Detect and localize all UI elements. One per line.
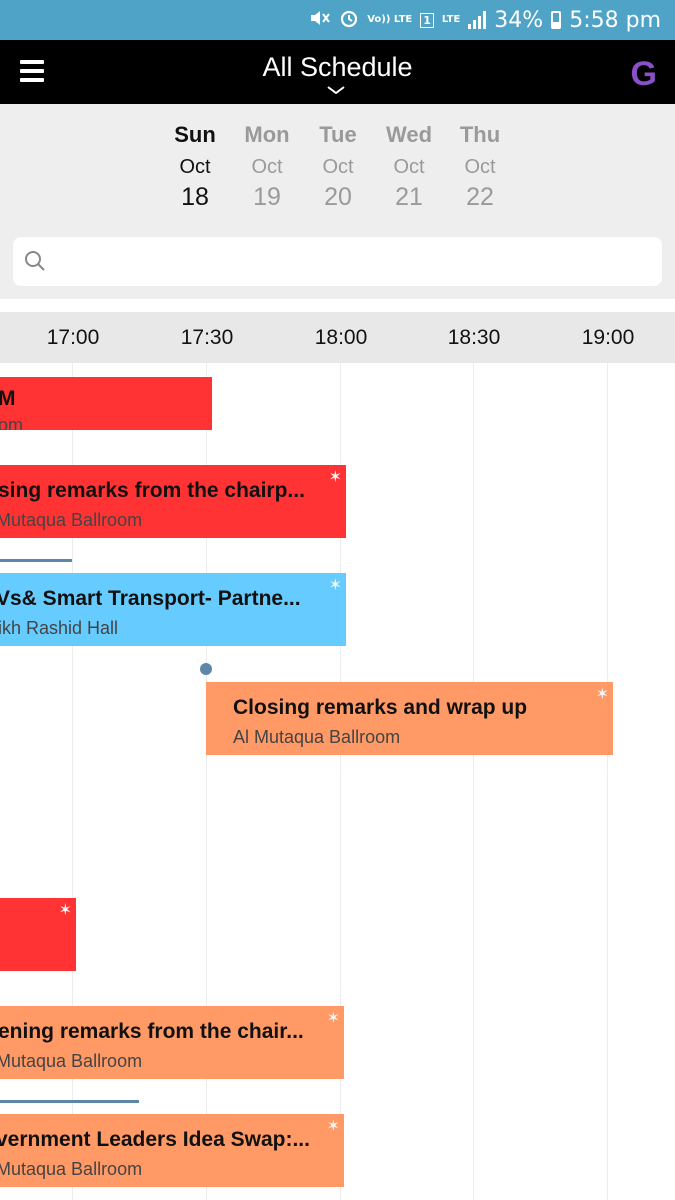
event-card[interactable]: ening remarks from the chair... Mutaqua … [0,1006,344,1079]
chevron-down-icon[interactable] [327,86,345,94]
event-title: Vs& Smart Transport- Partne... [0,587,301,610]
date-month: Oct [322,156,354,178]
event-card[interactable]: ✶ [0,898,76,971]
clock: 5:58 pm [569,7,661,33]
volte-icon: Vo)) LTE [367,14,413,25]
event-title: sing remarks from the chairp... [0,479,305,502]
event-card[interactable]: M om [0,377,212,430]
time-label: 18:00 [314,326,368,349]
search-bar[interactable] [13,237,662,286]
event-location: Mutaqua Ballroom [0,1159,143,1179]
date-dow: Wed [385,122,433,147]
status-bar: Vo)) LTE 1 LTE 34% 5:58 pm [0,0,675,40]
event-card[interactable]: vernment Leaders Idea Swap:... Mutaqua B… [0,1114,344,1187]
schedule-title[interactable]: All Schedule [0,52,675,83]
date-month: Oct [251,156,283,178]
app-bar: All Schedule G [0,40,675,104]
gridline [473,363,474,1200]
date-tab-mon-19[interactable]: Mon Oct 19 [232,122,302,212]
event-title: ening remarks from the chair... [0,1020,304,1043]
event-title: Closing remarks and wrap up [233,696,528,719]
event-card[interactable]: Closing remarks and wrap up Al Mutaqua B… [206,682,613,755]
date-month: Oct [393,156,425,178]
event-location: ikh Rashid Hall [0,618,119,638]
date-tab-tue-20[interactable]: Tue Oct 20 [303,122,373,212]
time-label: 17:30 [180,326,234,349]
event-title: M [0,387,16,410]
gridline [607,363,608,1200]
event-location: Al Mutaqua Ballroom [233,727,401,747]
star-icon[interactable]: ✶ [327,1116,340,1135]
date-month: Oct [179,156,211,178]
schedule-grid[interactable]: M om sing remarks from the chairp... Mut… [0,363,675,1200]
status-icons: Vo)) LTE 1 LTE 34% 5:58 pm [309,0,661,40]
star-icon[interactable]: ✶ [596,684,609,703]
connector-line [0,559,72,562]
star-icon[interactable]: ✶ [329,467,342,486]
date-day: 20 [324,183,352,211]
date-tab-sun-18[interactable]: Sun Oct 18 [160,122,230,212]
date-dow: Mon [244,122,290,147]
event-card[interactable]: sing remarks from the chairp... Mutaqua … [0,465,346,538]
star-icon[interactable]: ✶ [59,900,72,919]
app-logo[interactable]: G [631,55,657,94]
search-icon [25,251,45,271]
alarm-icon [339,8,359,32]
battery-icon [551,11,562,29]
connector-line [0,1100,139,1103]
search-input[interactable] [61,245,655,279]
date-tab-thu-22[interactable]: Thu Oct 22 [445,122,515,212]
date-selector: Sun Oct 18 Mon Oct 19 Tue Oct 20 Wed Oct… [0,104,675,299]
event-location: Mutaqua Ballroom [0,510,143,530]
time-label: 17:00 [46,326,100,349]
date-dow: Tue [319,122,357,147]
sim-icon: 1 [420,12,434,28]
date-month: Oct [464,156,496,178]
star-icon[interactable]: ✶ [329,575,342,594]
date-day: 19 [253,183,281,211]
current-time-dot [200,663,212,675]
signal-icon [468,11,487,29]
date-day: 18 [181,183,209,211]
date-day: 22 [466,183,494,211]
date-day: 21 [395,183,423,211]
time-label: 19:00 [581,326,635,349]
timeline-header: 17:00 17:30 18:00 18:30 19:00 [0,312,675,363]
event-card[interactable]: Vs& Smart Transport- Partne... ikh Rashi… [0,573,346,646]
lte-signal-icon: LTE [441,14,461,25]
event-location: om [0,415,24,430]
mute-icon [309,8,331,32]
date-dow: Thu [459,122,501,147]
event-location: Mutaqua Ballroom [0,1051,143,1071]
event-title: vernment Leaders Idea Swap:... [0,1128,310,1151]
star-icon[interactable]: ✶ [327,1008,340,1027]
date-dow: Sun [174,122,216,147]
time-label: 18:30 [447,326,501,349]
battery-percent: 34% [494,7,544,33]
date-tab-wed-21[interactable]: Wed Oct 21 [374,122,444,212]
